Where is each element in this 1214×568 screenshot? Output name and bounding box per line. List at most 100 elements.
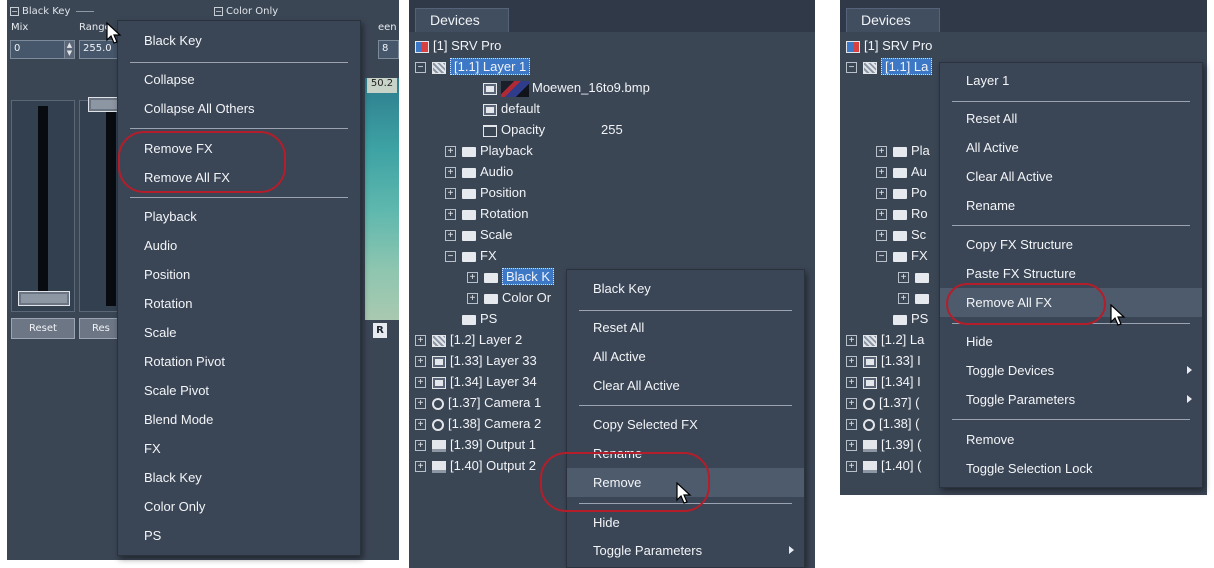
expand-icon[interactable]: + <box>415 356 426 368</box>
expand-icon[interactable]: + <box>415 419 426 431</box>
menu-item-rename[interactable]: Rename <box>940 191 1202 220</box>
menu-item-hide[interactable]: Hide <box>567 508 804 537</box>
menu-item-black-key[interactable]: Black Key <box>118 463 360 492</box>
expand-icon[interactable]: + <box>467 293 478 305</box>
expand-icon[interactable]: + <box>846 461 857 473</box>
expand-icon[interactable]: + <box>876 146 887 158</box>
tree-row-output-2[interactable]: + [1.40] Output 2 <box>415 455 536 476</box>
tree-row-scale[interactable]: + Sc <box>876 224 926 245</box>
menu-item-toggle-parameters[interactable]: Toggle Parameters <box>567 536 804 565</box>
menu-item-black-key-title[interactable]: Black Key <box>567 274 804 303</box>
tree-row-layer-34[interactable]: + [1.34] I <box>846 371 921 392</box>
expand-icon[interactable]: + <box>445 146 456 158</box>
tree-row-layer-2[interactable]: + [1.2] La <box>846 329 924 350</box>
menu-item-scale-pivot[interactable]: Scale Pivot <box>118 376 360 405</box>
tree-row-camera-2[interactable]: + [1.38] Camera 2 <box>415 413 541 434</box>
reset-button[interactable]: Reset <box>11 318 75 339</box>
expand-icon[interactable]: + <box>876 167 887 179</box>
menu-item-position[interactable]: Position <box>118 260 360 289</box>
tree-row-camera-1[interactable]: + [1.37] Camera 1 <box>415 392 541 413</box>
collapse-icon[interactable]: − <box>10 6 19 16</box>
menu-item-audio[interactable]: Audio <box>118 231 360 260</box>
expand-icon[interactable]: + <box>445 230 456 242</box>
tree-row-rotation[interactable]: + Ro <box>876 203 928 224</box>
tree-row-color-only[interactable]: + <box>898 287 933 308</box>
menu-item-reset-all[interactable]: Reset All <box>567 313 804 342</box>
expand-icon[interactable]: + <box>898 293 909 305</box>
collapse-icon[interactable]: − <box>214 6 223 16</box>
tab-devices[interactable]: Devices <box>846 8 940 32</box>
menu-item-hide[interactable]: Hide <box>940 327 1202 356</box>
tree-row-default[interactable]: default <box>483 98 540 119</box>
expand-icon[interactable]: + <box>898 272 909 284</box>
tree-row-black-key[interactable]: + <box>898 266 933 287</box>
expand-icon[interactable]: + <box>876 188 887 200</box>
menu-item-copy-fx-structure[interactable]: Copy FX Structure <box>940 230 1202 259</box>
expand-icon[interactable]: + <box>846 398 857 410</box>
tree-row-output-1[interactable]: + [1.39] Output 1 <box>415 434 536 455</box>
menu-item-toggle-devices[interactable]: Toggle Devices <box>940 356 1202 385</box>
fader-knob[interactable] <box>18 291 70 306</box>
tree-row-black-key[interactable]: + Black K <box>467 266 555 287</box>
expand-icon[interactable]: + <box>415 335 426 347</box>
collapse-icon[interactable]: − <box>445 251 456 263</box>
tree-row-camera-1[interactable]: + [1.37] ( <box>846 392 919 413</box>
tree-row-playback[interactable]: + Playback <box>445 140 533 161</box>
color-only-group[interactable]: − Color Only <box>214 0 278 22</box>
menu-item-collapse-all-others[interactable]: Collapse All Others <box>118 94 360 123</box>
menu-item-toggle-selection-lock[interactable]: Toggle Selection Lock <box>940 454 1202 483</box>
range-fader[interactable] <box>79 97 121 312</box>
expand-icon[interactable]: + <box>846 419 857 431</box>
menu-item-scale[interactable]: Scale <box>118 318 360 347</box>
tree-row-device[interactable]: [1] SRV Pro <box>415 35 501 56</box>
collapse-icon[interactable]: − <box>415 62 426 74</box>
tree-row-camera-2[interactable]: + [1.38] ( <box>846 413 919 434</box>
menu-item-rotation[interactable]: Rotation <box>118 289 360 318</box>
tree-row-output-1[interactable]: + [1.39] ( <box>846 434 921 455</box>
tree-row-playback[interactable]: + Pla <box>876 140 930 161</box>
expand-icon[interactable]: + <box>415 461 426 473</box>
expand-icon[interactable]: + <box>415 398 426 410</box>
tree-row-opacity[interactable]: Opacity 255 <box>483 119 623 140</box>
expand-icon[interactable]: + <box>876 230 887 242</box>
tree-row-scale[interactable]: + Scale <box>445 224 513 245</box>
tree-row-ps[interactable]: PS <box>462 308 497 329</box>
r-button[interactable]: R <box>373 323 387 338</box>
expand-icon[interactable]: + <box>415 440 426 452</box>
tree-row-layer-34[interactable]: + [1.34] Layer 34 <box>415 371 537 392</box>
black-key-group[interactable]: − Black Key <box>10 0 95 22</box>
menu-item-black-key-title[interactable]: Black Key <box>118 26 360 55</box>
tree-row-layer-33[interactable]: + [1.33] I <box>846 350 921 371</box>
mix-fader[interactable] <box>11 100 75 312</box>
tree-row-layer-1[interactable]: − [1.1] La <box>846 56 933 77</box>
expand-icon[interactable]: + <box>445 209 456 221</box>
expand-icon[interactable]: + <box>846 356 857 368</box>
reset-button-partial[interactable]: Res <box>79 318 121 339</box>
tab-devices[interactable]: Devices <box>415 8 509 32</box>
tree-row-media[interactable]: Moewen_16to9.bmp <box>483 77 650 98</box>
mix-stepper[interactable]: ▲ ▼ <box>64 40 75 59</box>
expand-icon[interactable]: + <box>445 167 456 179</box>
expand-icon[interactable]: + <box>445 188 456 200</box>
tree-row-position[interactable]: + Position <box>445 182 526 203</box>
menu-item-copy-selected-fx[interactable]: Copy Selected FX <box>567 410 804 439</box>
menu-item-blend-mode[interactable]: Blend Mode <box>118 405 360 434</box>
menu-item-reset-all[interactable]: Reset All <box>940 104 1202 133</box>
menu-item-layer-title[interactable]: Layer 1 <box>940 66 1202 95</box>
tree-row-audio[interactable]: + Audio <box>445 161 513 182</box>
tree-row-layer-33[interactable]: + [1.33] Layer 33 <box>415 350 537 371</box>
expand-icon[interactable]: + <box>846 335 857 347</box>
tree-row-ps[interactable]: PS <box>893 308 928 329</box>
expand-icon[interactable]: + <box>415 377 426 389</box>
tree-row-layer-1[interactable]: − [1.1] Layer 1 <box>415 56 531 77</box>
tree-row-device[interactable]: [1] SRV Pro <box>846 35 932 56</box>
menu-item-playback[interactable]: Playback <box>118 202 360 231</box>
menu-item-collapse[interactable]: Collapse <box>118 65 360 94</box>
menu-item-ps[interactable]: PS <box>118 521 360 550</box>
menu-item-all-active[interactable]: All Active <box>940 133 1202 162</box>
menu-item-rotation-pivot[interactable]: Rotation Pivot <box>118 347 360 376</box>
tree-row-audio[interactable]: + Au <box>876 161 927 182</box>
fader-knob[interactable] <box>88 97 120 112</box>
menu-item-color-only[interactable]: Color Only <box>118 492 360 521</box>
collapse-icon[interactable]: − <box>876 251 887 263</box>
